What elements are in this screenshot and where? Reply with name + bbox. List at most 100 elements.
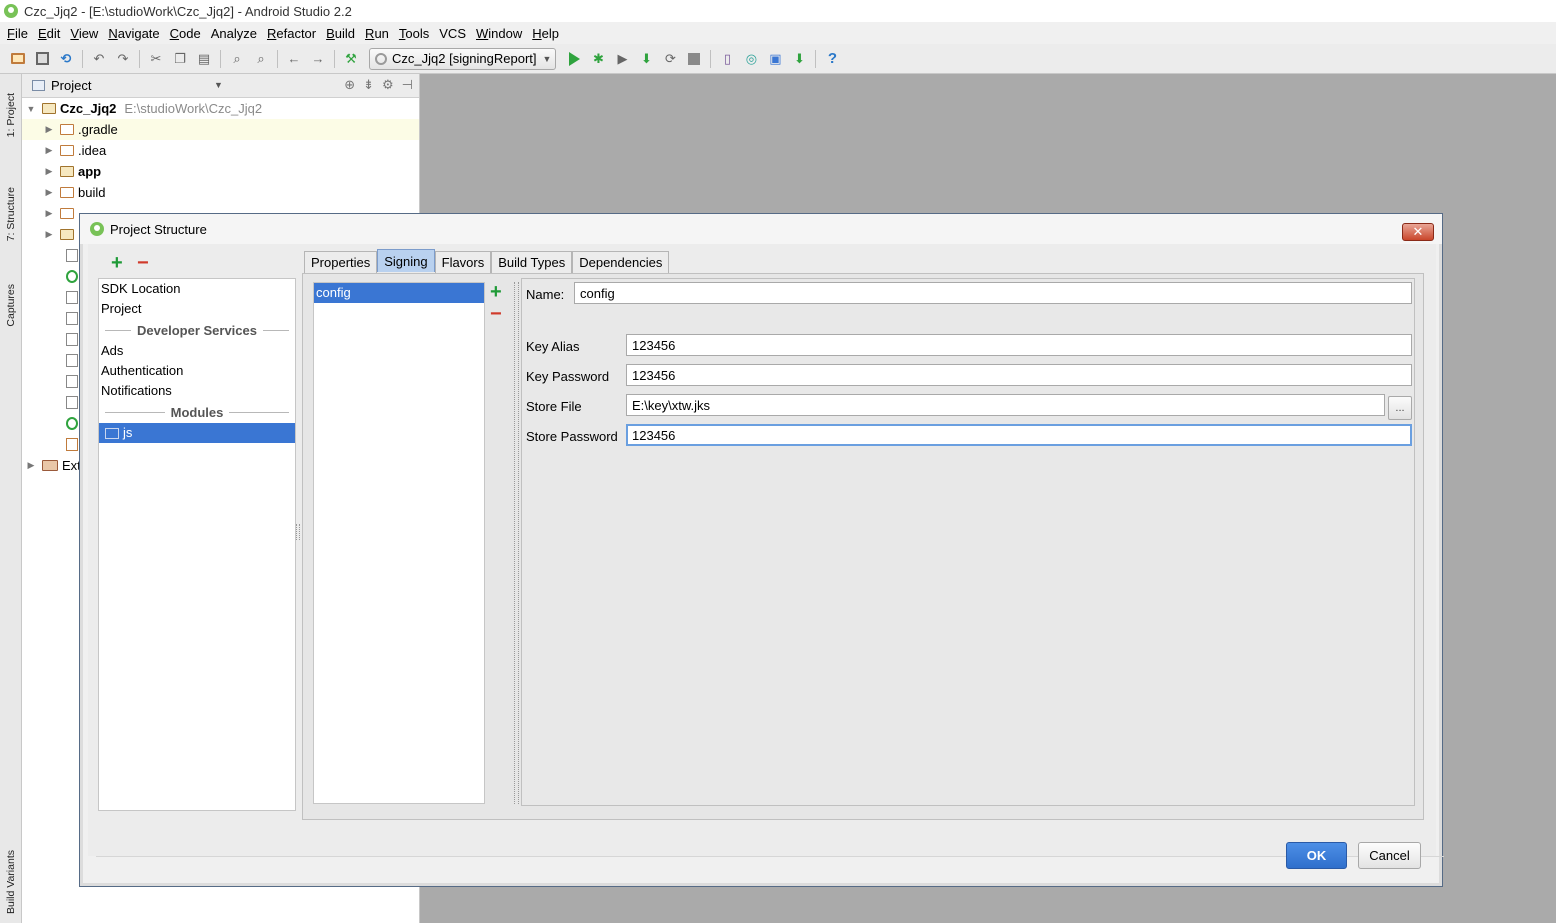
gradle-file-icon [66, 270, 78, 283]
undo-icon[interactable]: ↶ [91, 51, 107, 67]
sdk-manager-icon[interactable]: ⬇ [791, 51, 807, 67]
list-item-authentication[interactable]: Authentication [99, 361, 295, 381]
run-icon[interactable] [566, 51, 582, 67]
menu-refactor[interactable]: Refactor [262, 26, 321, 41]
list-item-notifications[interactable]: Notifications [99, 381, 295, 401]
menu-window[interactable]: Window [471, 26, 527, 41]
project-structure-icon[interactable]: ▣ [767, 51, 783, 67]
add-icon[interactable]: + [111, 253, 123, 273]
make-hammer-icon[interactable]: ⚒ [343, 51, 359, 67]
store-file-label: Store File [526, 399, 582, 414]
stop-icon[interactable] [686, 51, 702, 67]
key-password-field[interactable] [626, 364, 1412, 386]
sync-icon[interactable]: ⟲ [58, 51, 74, 67]
menu-navigate[interactable]: Navigate [103, 26, 164, 41]
forward-icon[interactable]: → [310, 51, 326, 67]
module-label: js [123, 425, 133, 440]
project-view-selector[interactable]: Project [51, 78, 91, 93]
list-item-project[interactable]: Project [99, 299, 295, 319]
tab-flavors[interactable]: Flavors [434, 251, 492, 273]
browse-button[interactable]: ... [1388, 396, 1412, 420]
ok-button[interactable]: OK [1286, 842, 1347, 869]
rerun-icon[interactable]: ⟳ [662, 51, 678, 67]
tree-item-idea[interactable]: ▶ .idea [22, 140, 419, 161]
chevron-right-icon[interactable]: ▶ [44, 124, 54, 135]
coverage-icon[interactable]: ▶ [614, 51, 630, 67]
chevron-right-icon[interactable]: ▶ [44, 166, 54, 177]
store-password-field[interactable] [626, 424, 1412, 446]
menu-analyze[interactable]: Analyze [206, 26, 262, 41]
remove-icon[interactable]: − [137, 253, 149, 273]
find-icon[interactable]: ⌕ [229, 51, 245, 67]
tree-item-gradle[interactable]: ▶ .gradle [22, 119, 419, 140]
debug-icon[interactable]: ✱ [590, 51, 606, 67]
module-tabs: Properties Signing Flavors Build Types D… [304, 249, 670, 273]
list-item-signing-config[interactable]: config [314, 283, 484, 303]
chevron-right-icon[interactable]: ▶ [44, 229, 54, 240]
main-toolbar: ⟲ ↶ ↷ ✂ ❐ ▤ ⌕ ⌕ ← → ⚒ Czc_Jjq2 [signingR… [0, 44, 1556, 74]
name-field[interactable] [574, 282, 1412, 304]
settings-gear-icon[interactable]: ⚙ [382, 77, 394, 93]
tab-build-variants-tool[interactable]: Build Variants [0, 842, 22, 922]
tree-item-build[interactable]: ▶ build [22, 182, 419, 203]
collapse-all-icon[interactable]: ⇟ [363, 77, 374, 93]
menu-code[interactable]: Code [165, 26, 206, 41]
chevron-right-icon[interactable]: ▶ [26, 460, 36, 471]
chevron-down-icon[interactable]: ▼ [26, 104, 36, 114]
open-folder-icon[interactable] [10, 51, 26, 67]
attach-icon[interactable]: ⬇ [638, 51, 654, 67]
tab-captures-tool[interactable]: Captures [0, 270, 22, 340]
tab-dependencies[interactable]: Dependencies [572, 251, 670, 273]
run-configuration-select[interactable]: Czc_Jjq2 [signingReport] ▼ [369, 47, 557, 70]
replace-icon[interactable]: ⌕ [253, 51, 269, 67]
menu-file[interactable]: File [2, 26, 33, 41]
menu-build[interactable]: Build [321, 26, 360, 41]
tab-build-types[interactable]: Build Types [491, 251, 573, 273]
list-item-module-js[interactable]: js [99, 423, 295, 443]
store-file-field[interactable] [626, 394, 1385, 416]
android-studio-icon [4, 4, 18, 18]
list-item-ads[interactable]: Ads [99, 341, 295, 361]
menu-tools[interactable]: Tools [394, 26, 434, 41]
copy-icon[interactable]: ❐ [172, 51, 188, 67]
menu-run[interactable]: Run [360, 26, 394, 41]
menu-vcs[interactable]: VCS [434, 26, 471, 41]
close-button[interactable]: ✕ [1402, 223, 1434, 241]
chevron-down-icon[interactable]: ▼ [214, 80, 223, 90]
help-icon[interactable]: ? [824, 51, 840, 67]
add-icon[interactable]: + [490, 282, 502, 302]
back-icon[interactable]: ← [286, 51, 302, 67]
save-icon[interactable] [34, 51, 50, 67]
folder-icon [60, 208, 74, 219]
splitter-handle[interactable] [514, 282, 519, 804]
signing-config-form: Name: Key Alias Key Password Store File … [521, 278, 1415, 806]
tab-signing[interactable]: Signing [377, 249, 435, 272]
avd-manager-icon[interactable]: ▯ [719, 51, 735, 67]
cancel-button[interactable]: Cancel [1358, 842, 1421, 869]
tree-item-app[interactable]: ▶ app [22, 161, 419, 182]
scroll-from-source-icon[interactable]: ⊕ [344, 77, 355, 93]
gradle-file-icon [66, 417, 78, 430]
list-item-sdk-location[interactable]: SDK Location [99, 279, 295, 299]
tab-project-tool[interactable]: 1: Project [0, 80, 22, 150]
menu-help[interactable]: Help [527, 26, 564, 41]
menu-edit[interactable]: Edit [33, 26, 65, 41]
tab-structure-tool[interactable]: 7: Structure [0, 174, 22, 254]
sync-gradle-icon[interactable]: ◎ [743, 51, 759, 67]
splitter-handle[interactable] [296, 524, 300, 540]
chevron-right-icon[interactable]: ▶ [44, 145, 54, 156]
redo-icon[interactable]: ↷ [115, 51, 131, 67]
tab-properties[interactable]: Properties [304, 251, 378, 273]
chevron-right-icon[interactable]: ▶ [44, 187, 54, 198]
close-icon: ✕ [1412, 224, 1424, 239]
hide-panel-icon[interactable]: ⊣ [402, 77, 413, 93]
key-alias-field[interactable] [626, 334, 1412, 356]
remove-icon[interactable]: − [490, 304, 502, 324]
chevron-right-icon[interactable]: ▶ [44, 208, 54, 219]
paste-icon[interactable]: ▤ [196, 51, 212, 67]
tree-root[interactable]: ▼ Czc_Jjq2 E:\studioWork\Czc_Jjq2 [22, 98, 419, 119]
cut-icon[interactable]: ✂ [148, 51, 164, 67]
module-folder-icon [105, 427, 119, 439]
menu-view[interactable]: View [65, 26, 103, 41]
chart-file-icon [66, 333, 78, 346]
